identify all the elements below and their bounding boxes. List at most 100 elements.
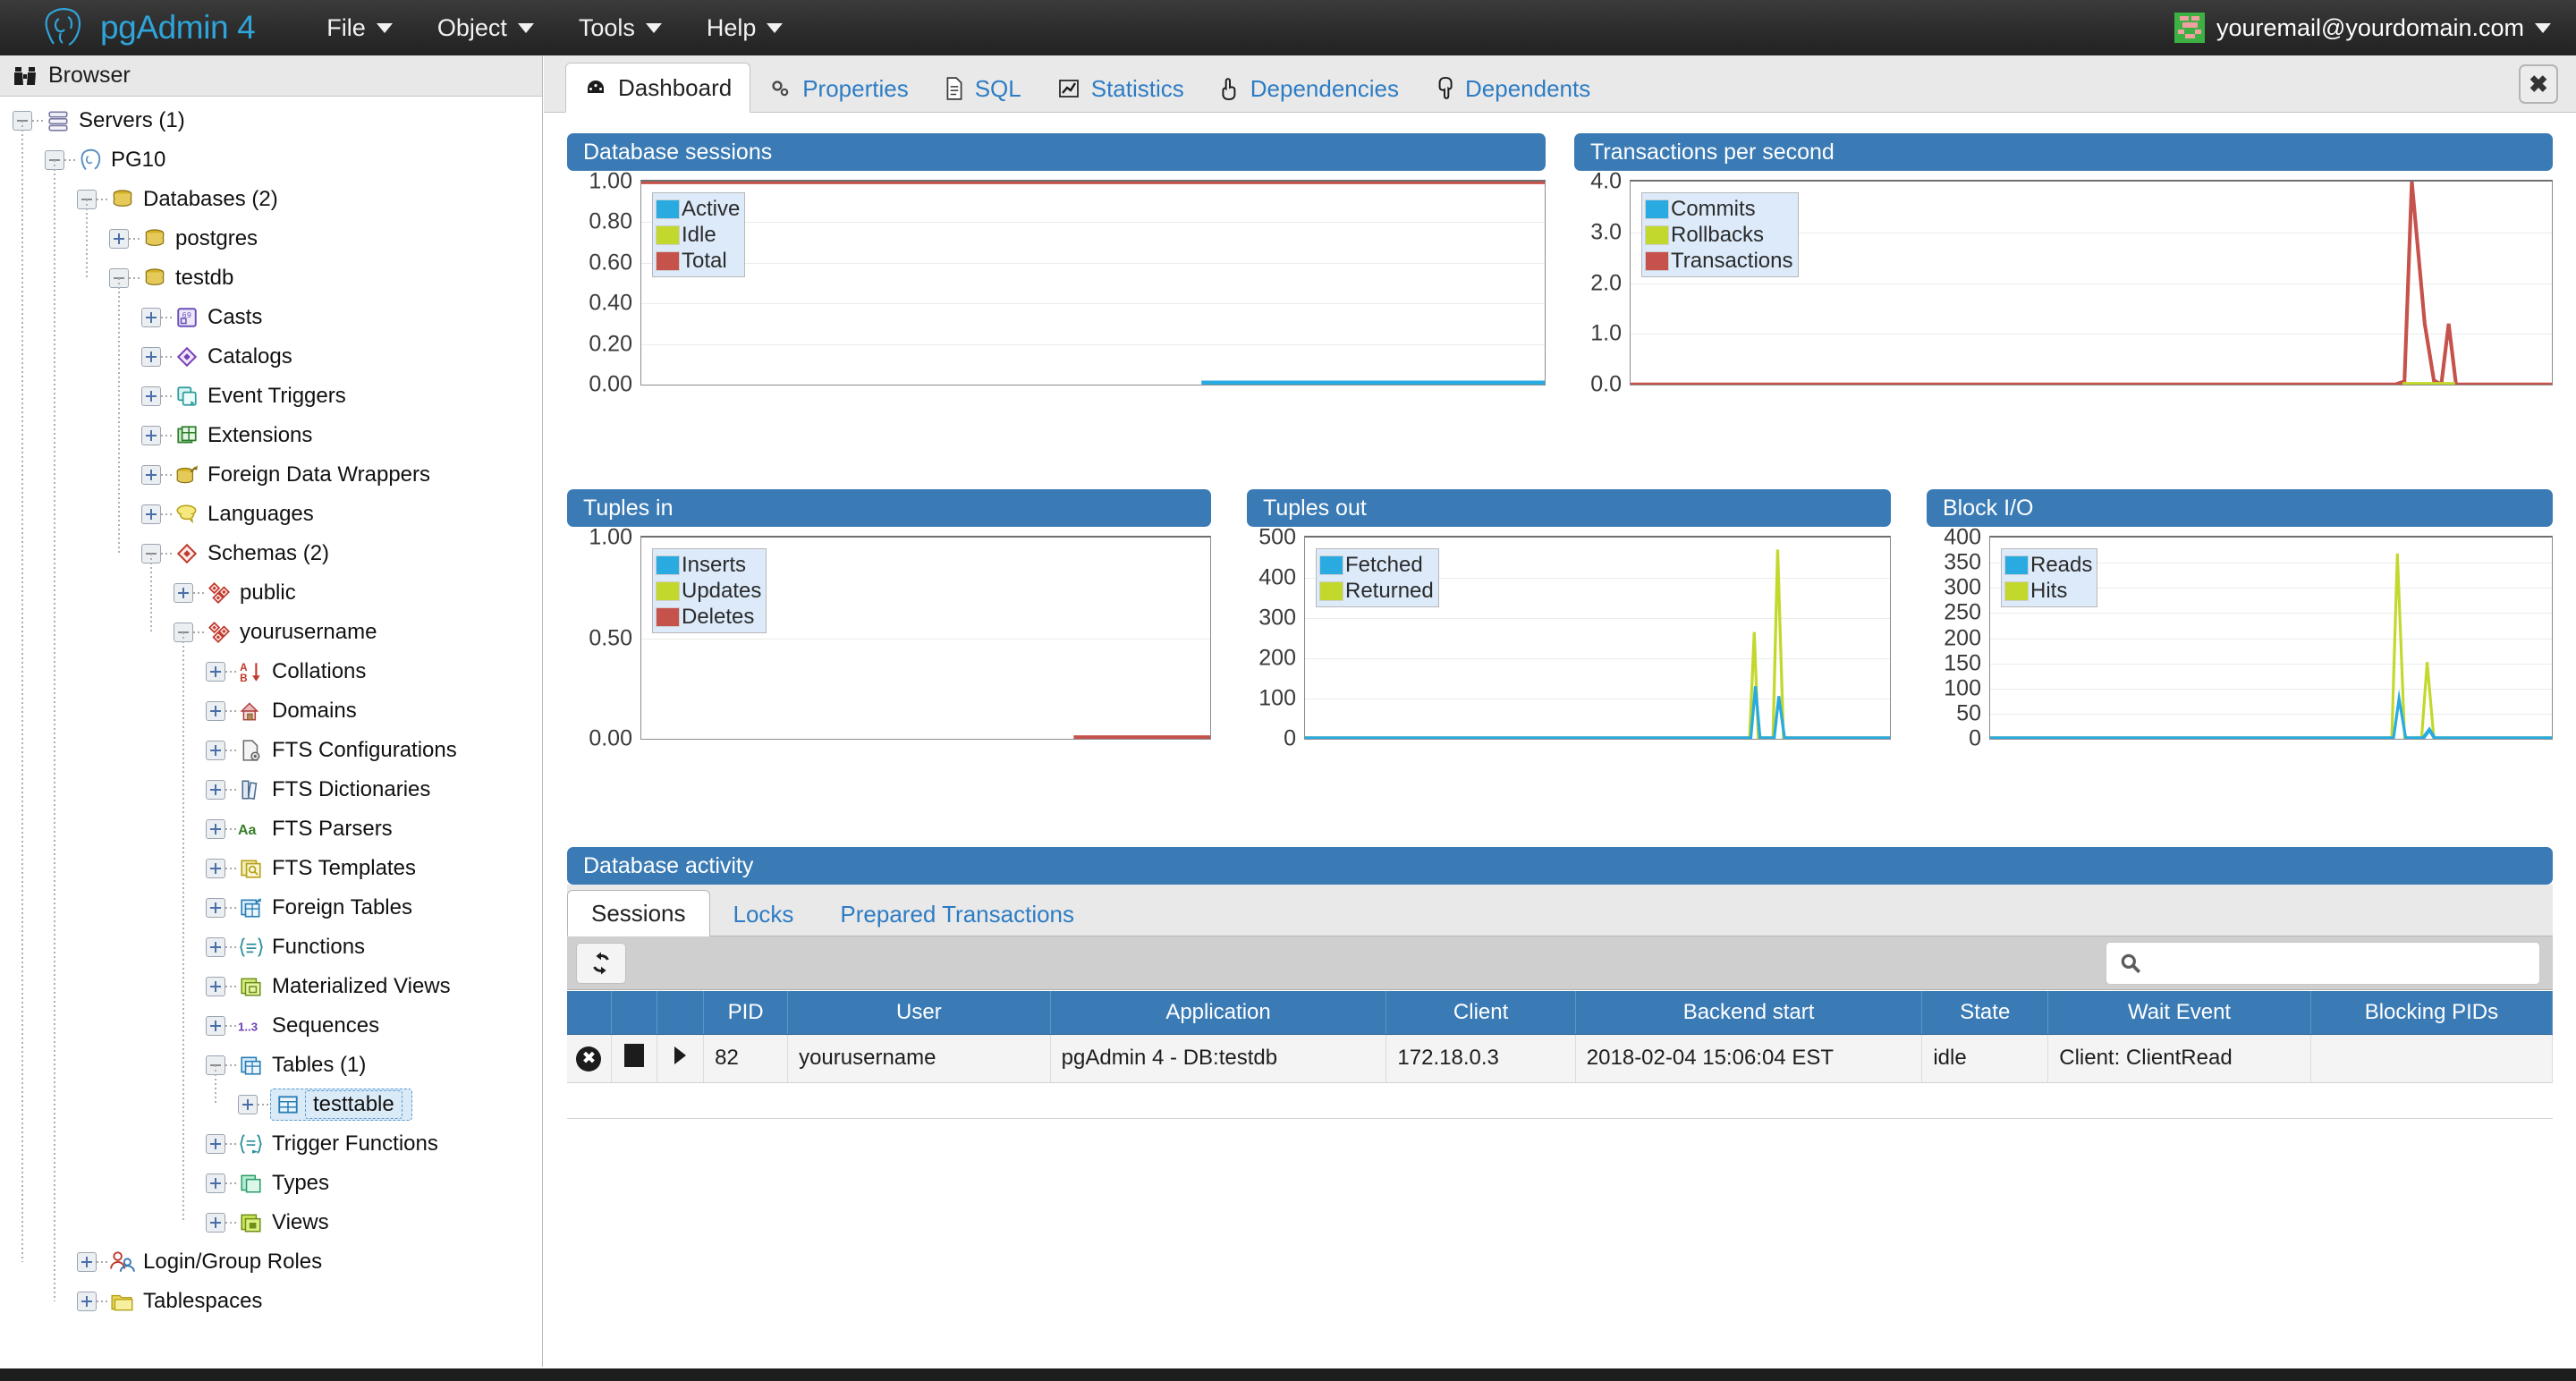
col-user[interactable]: User bbox=[787, 991, 1051, 1035]
col-terminate[interactable] bbox=[611, 991, 658, 1035]
tree-item-types[interactable]: Types bbox=[0, 1164, 542, 1203]
tree-item-tablespaces[interactable]: Tablespaces bbox=[0, 1282, 542, 1321]
col-wait-event[interactable]: Wait Event bbox=[2047, 991, 2311, 1035]
col-pid[interactable]: PID bbox=[703, 991, 789, 1035]
tree-item-yourusername[interactable]: yourusername bbox=[0, 613, 542, 652]
expand-toggle-icon[interactable] bbox=[206, 977, 225, 996]
expand-toggle-icon[interactable] bbox=[206, 898, 225, 918]
tree-item-fts-configurations[interactable]: FTS Configurations bbox=[0, 731, 542, 770]
domains-icon bbox=[238, 699, 265, 724]
tree-item-sequences[interactable]: 1..3 Sequences bbox=[0, 1006, 542, 1046]
tree-item-collations[interactable]: A B Collations bbox=[0, 652, 542, 691]
expand-toggle-icon[interactable] bbox=[77, 1252, 97, 1272]
ytick-label: 3.0 bbox=[1590, 219, 1622, 245]
expand-toggle-icon[interactable] bbox=[141, 504, 161, 524]
table-row[interactable]: ✖ 82 yourusername pgAdmin 4 - DB:testdb … bbox=[567, 1034, 2554, 1083]
foreign-data-wrappers-icon bbox=[174, 462, 200, 487]
tree-item-login-group-roles[interactable]: Login/Group Roles bbox=[0, 1242, 542, 1282]
tree-item-extensions[interactable]: Extensions bbox=[0, 416, 542, 455]
expand-toggle-icon[interactable] bbox=[206, 819, 225, 839]
expand-toggle-icon[interactable] bbox=[109, 229, 129, 249]
tree-item-testtable[interactable]: testtable bbox=[0, 1085, 542, 1124]
tree-item-pg10[interactable]: PG10 bbox=[0, 140, 542, 180]
object-tree[interactable]: Servers (1) PG10 Databases (2) postgres test… bbox=[0, 97, 542, 1321]
expand-toggle-icon[interactable] bbox=[206, 1173, 225, 1193]
expand-toggle-icon[interactable] bbox=[238, 1095, 258, 1114]
tab-sessions[interactable]: Sessions bbox=[567, 890, 710, 936]
tree-item-postgres[interactable]: postgres bbox=[0, 219, 542, 258]
tree-item-fts-dictionaries[interactable]: FTS Dictionaries bbox=[0, 770, 542, 809]
tree-item-testdb[interactable]: testdb bbox=[0, 258, 542, 298]
tree-item-fts-templates[interactable]: FTS Templates bbox=[0, 849, 542, 888]
expand-toggle-icon[interactable] bbox=[141, 347, 161, 367]
user-menu[interactable]: youremail@yourdomain.com bbox=[2174, 0, 2551, 55]
cell-terminate[interactable] bbox=[611, 1034, 658, 1083]
refresh-button[interactable] bbox=[576, 942, 626, 984]
expand-row-icon[interactable] bbox=[674, 1046, 687, 1064]
tab-locks[interactable]: Locks bbox=[710, 893, 818, 936]
tree-item-event-triggers[interactable]: Event Triggers bbox=[0, 377, 542, 416]
col-state[interactable]: State bbox=[1921, 991, 2049, 1035]
expand-toggle-icon[interactable] bbox=[141, 308, 161, 327]
tree-item-casts[interactable]: 6 9 Casts bbox=[0, 298, 542, 337]
ytick-label: 1.00 bbox=[589, 168, 632, 194]
expand-toggle-icon[interactable] bbox=[141, 386, 161, 406]
tree-item-databases-2[interactable]: Databases (2) bbox=[0, 180, 542, 219]
cancel-query-icon[interactable]: ✖ bbox=[576, 1046, 602, 1072]
expand-toggle-icon[interactable] bbox=[206, 937, 225, 957]
tree-item-public[interactable]: public bbox=[0, 573, 542, 613]
menu-tools[interactable]: Tools bbox=[579, 14, 662, 42]
tab-properties[interactable]: Properties bbox=[750, 65, 927, 112]
activity-search-box[interactable] bbox=[2106, 942, 2540, 985]
tree-item-fts-parsers[interactable]: Aa FTS Parsers bbox=[0, 809, 542, 849]
tree-item-functions[interactable]: Functions bbox=[0, 928, 542, 967]
expand-toggle-icon[interactable] bbox=[206, 701, 225, 721]
tab-dependencies[interactable]: Dependencies bbox=[1202, 65, 1417, 112]
tree-item-catalogs[interactable]: Catalogs bbox=[0, 337, 542, 377]
tree-item-tables-1[interactable]: Tables (1) bbox=[0, 1046, 542, 1085]
col-backend-start[interactable]: Backend start bbox=[1575, 991, 1923, 1035]
tree-item-materialized-views[interactable]: Materialized Views bbox=[0, 967, 542, 1006]
tree-connector bbox=[161, 474, 174, 476]
col-blocking-pids[interactable]: Blocking PIDs bbox=[2310, 991, 2554, 1035]
expand-toggle-icon[interactable] bbox=[206, 780, 225, 800]
col-client[interactable]: Client bbox=[1385, 991, 1576, 1035]
tree-item-domains[interactable]: Domains bbox=[0, 691, 542, 731]
menu-help[interactable]: Help bbox=[707, 14, 784, 42]
expand-toggle-icon[interactable] bbox=[206, 859, 225, 878]
expand-toggle-icon[interactable] bbox=[206, 662, 225, 682]
activity-search-input[interactable] bbox=[2153, 951, 2511, 976]
tree-item-languages[interactable]: Languages bbox=[0, 495, 542, 534]
tree-item-views[interactable]: Views bbox=[0, 1203, 542, 1242]
cell-cancel[interactable]: ✖ bbox=[567, 1034, 612, 1083]
menu-file[interactable]: File bbox=[326, 14, 393, 42]
tab-sql[interactable]: SQL bbox=[927, 65, 1039, 112]
tree-item-trigger-functions[interactable]: Trigger Functions bbox=[0, 1124, 542, 1164]
col-expand[interactable] bbox=[657, 991, 705, 1035]
expand-toggle-icon[interactable] bbox=[206, 741, 225, 760]
expand-toggle-icon[interactable] bbox=[206, 1134, 225, 1154]
tree-item-foreign-tables[interactable]: Foreign Tables bbox=[0, 888, 542, 928]
tree-item-label: FTS Dictionaries bbox=[272, 777, 431, 801]
menu-object[interactable]: Object bbox=[437, 14, 534, 42]
tree-item-foreign-data-wrappers[interactable]: Foreign Data Wrappers bbox=[0, 455, 542, 495]
tab-prepared-transactions[interactable]: Prepared Transactions bbox=[817, 893, 1097, 936]
col-cancel[interactable] bbox=[567, 991, 612, 1035]
expand-toggle-icon[interactable] bbox=[206, 1213, 225, 1233]
expand-toggle-icon[interactable] bbox=[174, 583, 193, 603]
close-panel-button[interactable]: ✖ bbox=[2519, 64, 2558, 104]
ytick-label: 50 bbox=[1956, 700, 1981, 726]
col-application[interactable]: Application bbox=[1050, 991, 1387, 1035]
tree-item-servers-1[interactable]: Servers (1) bbox=[0, 101, 542, 140]
expand-toggle-icon[interactable] bbox=[206, 1016, 225, 1036]
cell-expand[interactable] bbox=[657, 1034, 705, 1083]
expand-toggle-icon[interactable] bbox=[77, 1292, 97, 1311]
tab-statistics[interactable]: Statistics bbox=[1039, 65, 1202, 112]
tab-dependents[interactable]: Dependents bbox=[1417, 65, 1608, 112]
tab-dashboard[interactable]: Dashboard bbox=[565, 63, 751, 113]
tree-item-schemas-2[interactable]: Schemas (2) bbox=[0, 534, 542, 573]
tab-prepared-transactions-label: Prepared Transactions bbox=[840, 900, 1075, 928]
expand-toggle-icon[interactable] bbox=[141, 465, 161, 485]
expand-toggle-icon[interactable] bbox=[141, 426, 161, 445]
terminate-session-icon[interactable] bbox=[624, 1043, 645, 1067]
